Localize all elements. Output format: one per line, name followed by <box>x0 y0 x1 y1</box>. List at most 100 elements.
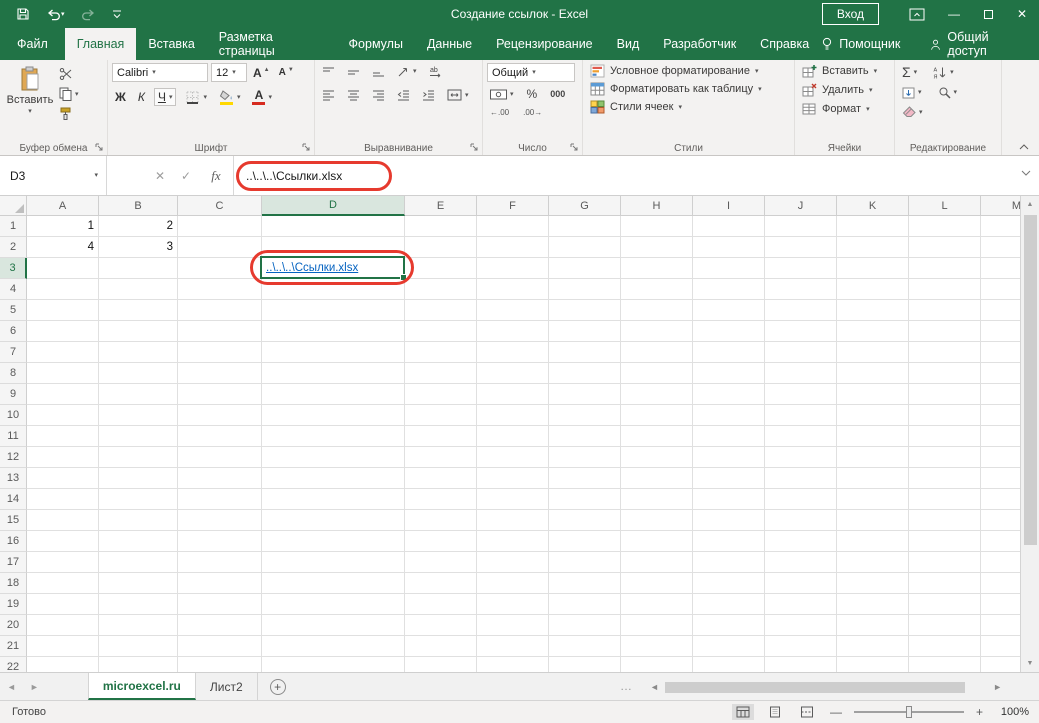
cell-E22[interactable] <box>405 657 477 672</box>
column-header-C[interactable]: C <box>178 196 262 216</box>
cell-K13[interactable] <box>837 468 909 489</box>
sort-filter-dropdown-arrow[interactable]: ▾ <box>950 69 954 76</box>
cell-M3[interactable] <box>981 258 1020 279</box>
zoom-slider-thumb[interactable] <box>906 706 912 718</box>
alignment-dialog-launcher[interactable] <box>469 142 480 153</box>
cell-I11[interactable] <box>693 426 765 447</box>
orientation-button[interactable]: ▾ <box>394 63 420 80</box>
font-dialog-launcher[interactable] <box>301 142 312 153</box>
cell-C12[interactable] <box>178 447 262 468</box>
close-button[interactable]: ✕ <box>1005 0 1039 28</box>
cell-K10[interactable] <box>837 405 909 426</box>
sort-filter-button[interactable]: АЯ ▾ <box>930 64 957 81</box>
cell-I21[interactable] <box>693 636 765 657</box>
vscroll-track[interactable] <box>1021 213 1039 655</box>
cell-H6[interactable] <box>621 321 693 342</box>
cell-I6[interactable] <box>693 321 765 342</box>
fill-dropdown-arrow[interactable]: ▾ <box>918 89 922 96</box>
cell-M6[interactable] <box>981 321 1020 342</box>
delete-cells-button[interactable]: Удалить ▾ <box>799 82 890 98</box>
cell-G5[interactable] <box>549 300 621 321</box>
cell-I20[interactable] <box>693 615 765 636</box>
cell-M15[interactable] <box>981 510 1020 531</box>
cell-J17[interactable] <box>765 552 837 573</box>
tab-splitter[interactable]: … <box>620 679 632 693</box>
row-header-20[interactable]: 20 <box>0 615 27 636</box>
cell-I16[interactable] <box>693 531 765 552</box>
hscroll-left-arrow[interactable]: ◄ <box>645 682 664 692</box>
cell-C19[interactable] <box>178 594 262 615</box>
cell-A12[interactable] <box>27 447 99 468</box>
cell-G11[interactable] <box>549 426 621 447</box>
cell-F8[interactable] <box>477 363 549 384</box>
row-header-17[interactable]: 17 <box>0 552 27 573</box>
cell-B1[interactable]: 2 <box>99 216 178 237</box>
cell-C20[interactable] <box>178 615 262 636</box>
cell-A22[interactable] <box>27 657 99 672</box>
cell-J12[interactable] <box>765 447 837 468</box>
cell-M18[interactable] <box>981 573 1020 594</box>
sheet-tab-list2[interactable]: Лист2 <box>196 673 258 700</box>
cell-J6[interactable] <box>765 321 837 342</box>
cell-A14[interactable] <box>27 489 99 510</box>
cell-B7[interactable] <box>99 342 178 363</box>
row-header-7[interactable]: 7 <box>0 342 27 363</box>
column-header-B[interactable]: B <box>99 196 178 216</box>
wrap-text-button[interactable]: ab <box>426 64 448 80</box>
cell-F4[interactable] <box>477 279 549 300</box>
cell-J11[interactable] <box>765 426 837 447</box>
cell-G18[interactable] <box>549 573 621 594</box>
row-header-3[interactable]: 3 <box>0 258 27 279</box>
cell-F7[interactable] <box>477 342 549 363</box>
cell-E18[interactable] <box>405 573 477 594</box>
cell-A9[interactable] <box>27 384 99 405</box>
underline-dropdown-arrow[interactable]: ▾ <box>169 94 173 101</box>
cell-B3[interactable] <box>99 258 178 279</box>
cell-F1[interactable] <box>477 216 549 237</box>
cell-H9[interactable] <box>621 384 693 405</box>
cell-L17[interactable] <box>909 552 981 573</box>
tab-page-layout[interactable]: Разметка страницы <box>207 28 337 60</box>
cell-I8[interactable] <box>693 363 765 384</box>
cell-J9[interactable] <box>765 384 837 405</box>
cell-C13[interactable] <box>178 468 262 489</box>
cell-H15[interactable] <box>621 510 693 531</box>
cell-D3[interactable]: ..\..\..\Ссылки.xlsx <box>262 258 405 279</box>
cell-M20[interactable] <box>981 615 1020 636</box>
redo-button[interactable] <box>73 0 104 28</box>
cell-F15[interactable] <box>477 510 549 531</box>
cell-A5[interactable] <box>27 300 99 321</box>
cell-F5[interactable] <box>477 300 549 321</box>
formula-input[interactable]: ..\..\..\Ссылки.xlsx <box>234 156 1039 195</box>
cell-J21[interactable] <box>765 636 837 657</box>
cell-F13[interactable] <box>477 468 549 489</box>
cell-G17[interactable] <box>549 552 621 573</box>
vertical-scrollbar[interactable]: ▲ ▼ <box>1020 196 1039 672</box>
autosum-button[interactable]: Σ▾ <box>899 63 920 81</box>
cell-G10[interactable] <box>549 405 621 426</box>
cell-B15[interactable] <box>99 510 178 531</box>
cell-I17[interactable] <box>693 552 765 573</box>
cell-H21[interactable] <box>621 636 693 657</box>
column-header-M[interactable]: M <box>981 196 1020 216</box>
cell-B13[interactable] <box>99 468 178 489</box>
cell-K5[interactable] <box>837 300 909 321</box>
cell-B16[interactable] <box>99 531 178 552</box>
cell-D16[interactable] <box>262 531 405 552</box>
cell-M14[interactable] <box>981 489 1020 510</box>
cell-J20[interactable] <box>765 615 837 636</box>
cell-M21[interactable] <box>981 636 1020 657</box>
cell-B22[interactable] <box>99 657 178 672</box>
cell-C3[interactable] <box>178 258 262 279</box>
cell-A1[interactable]: 1 <box>27 216 99 237</box>
row-header-13[interactable]: 13 <box>0 468 27 489</box>
cell-G4[interactable] <box>549 279 621 300</box>
cell-E7[interactable] <box>405 342 477 363</box>
align-middle-button[interactable] <box>344 64 363 80</box>
cell-E3[interactable] <box>405 258 477 279</box>
cell-B9[interactable] <box>99 384 178 405</box>
cell-H18[interactable] <box>621 573 693 594</box>
cell-I14[interactable] <box>693 489 765 510</box>
cell-K4[interactable] <box>837 279 909 300</box>
cell-L16[interactable] <box>909 531 981 552</box>
